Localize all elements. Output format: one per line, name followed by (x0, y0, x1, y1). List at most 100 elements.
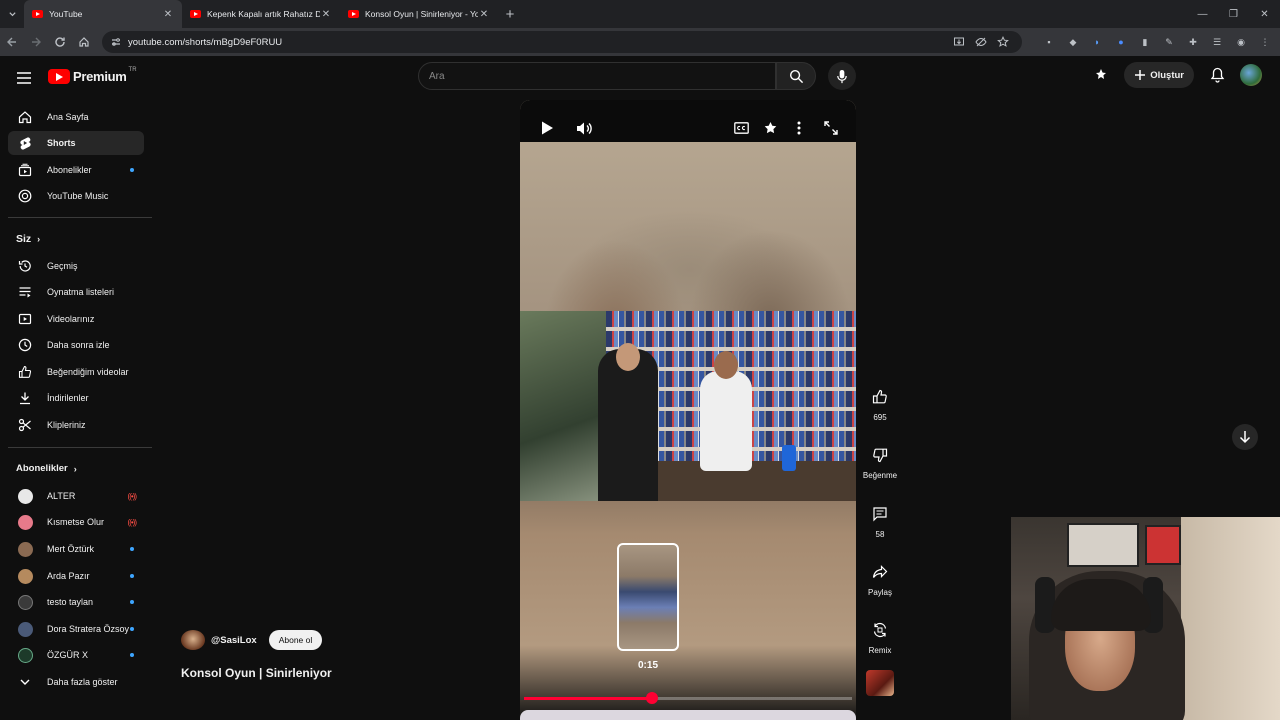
more-options-button[interactable] (788, 118, 810, 138)
extension-diamond-icon[interactable]: ◆ (1064, 33, 1082, 51)
captions-button[interactable] (730, 118, 752, 138)
sidebar-sub-kismetse-olur[interactable]: Kısmetse Olur ((•)) (8, 510, 144, 534)
sidebar-item-label: Daha sonra izle (47, 340, 110, 350)
music-icon (18, 189, 32, 203)
sound-thumbnail[interactable] (866, 670, 894, 696)
search-button[interactable] (776, 62, 816, 90)
progress-bar[interactable] (524, 692, 852, 704)
volume-button[interactable] (573, 118, 595, 138)
sidebar-sub-testo-taylan[interactable]: testo taylan (8, 590, 144, 614)
omnibox[interactable]: youtube.com/shorts/mBgD9eF0RUU (102, 31, 1022, 53)
browser-tab-konsol[interactable]: Konsol Oyun | Sinirleniyor - Yo ✕ (340, 0, 498, 28)
sidebar-item-downloads[interactable]: İndirilenler (8, 386, 144, 410)
video-title[interactable]: Konsol Oyun | Sinirleniyor (181, 666, 332, 680)
play-button[interactable] (536, 118, 558, 138)
sidebar-show-more[interactable]: Daha fazla göster (8, 670, 144, 694)
search-input[interactable]: Ara (418, 62, 776, 90)
minimize-icon[interactable]: — (1187, 0, 1218, 28)
like-button[interactable] (868, 385, 892, 409)
create-label: Oluştur (1150, 69, 1184, 81)
sidebar-item-playlists[interactable]: Oynatma listeleri (8, 280, 144, 304)
extension-blue-icon[interactable]: ● (1112, 33, 1130, 51)
tab-search-chevron-icon[interactable] (0, 0, 24, 28)
channel-avatar (18, 514, 33, 530)
reading-list-icon[interactable]: ☰ (1208, 33, 1226, 51)
search-icon (789, 69, 803, 83)
url-text: youtube.com/shorts/mBgD9eF0RUU (128, 36, 283, 48)
browser-home-icon (79, 37, 89, 47)
site-info-icon[interactable] (110, 36, 122, 48)
eye-off-icon[interactable] (970, 36, 992, 48)
back-button[interactable] (0, 28, 24, 56)
extensions-puzzle-icon[interactable]: ✚ (1184, 33, 1202, 51)
dislike-button[interactable] (868, 443, 892, 467)
header-right: Oluştur (1090, 62, 1262, 88)
next-short-button[interactable] (1232, 424, 1258, 450)
extension-sparkle-icon[interactable] (1090, 64, 1112, 86)
effects-button[interactable] (759, 118, 781, 138)
sidebar-subscriptions-heading[interactable]: Abonelikler › (16, 463, 77, 474)
youtube-favicon-icon (348, 10, 359, 18)
clips-icon (18, 418, 32, 432)
extension-lock-icon[interactable]: ▮ (1136, 33, 1154, 51)
sidebar-sub-ozgur-x[interactable]: ÖZGÜR X (8, 643, 144, 667)
close-tab-icon[interactable]: ✕ (320, 9, 332, 20)
sidebar-item-your-videos[interactable]: Videolarınız (8, 307, 144, 331)
comments-button[interactable] (868, 502, 892, 526)
browser-tab-kepenk[interactable]: Kepenk Kapalı artık Rahatız De ✕ (182, 0, 340, 28)
shorts-player[interactable]: 0:15 (520, 100, 856, 720)
extension-icon[interactable]: ▪ (1040, 33, 1058, 51)
profile-avatar-icon[interactable]: ◉ (1232, 33, 1250, 51)
next-short-peek[interactable] (520, 710, 856, 720)
channel-name: Arda Pazır (47, 571, 90, 581)
restore-icon[interactable]: ❐ (1218, 0, 1249, 28)
close-tab-icon[interactable]: ✕ (478, 9, 490, 20)
reload-button[interactable] (48, 28, 72, 56)
forward-button[interactable] (24, 28, 48, 56)
fullscreen-button[interactable] (820, 118, 842, 138)
channel-avatar[interactable] (181, 630, 205, 650)
sidebar-item-home[interactable]: Ana Sayfa (8, 105, 144, 129)
sidebar-item-youtube-music[interactable]: YouTube Music (8, 184, 144, 208)
browser-menu-icon[interactable]: ⋮ (1256, 33, 1274, 51)
youtube-premium-logo[interactable]: Premium TR (48, 67, 137, 84)
channel-handle[interactable]: @SasiLox (211, 635, 257, 646)
logo-text: Premium (73, 69, 127, 84)
sidebar-sub-alter[interactable]: ALTER ((•)) (8, 484, 144, 508)
extension-pen-icon[interactable]: ✎ (1160, 33, 1178, 51)
sidebar-item-label: Beğendiğim videolar (47, 367, 129, 377)
sidebar-sub-arda-pazir[interactable]: Arda Pazır (8, 564, 144, 588)
sidebar-item-clips[interactable]: Klipleriniz (8, 413, 144, 437)
subscribe-button[interactable]: Abone ol (268, 630, 323, 650)
channel-avatar (18, 621, 33, 637)
close-tab-icon[interactable]: ✕ (162, 9, 174, 20)
remix-button[interactable] (868, 618, 892, 642)
share-button[interactable] (868, 560, 892, 584)
bookmark-star-icon[interactable] (992, 36, 1014, 48)
chevron-down-icon (18, 675, 32, 689)
new-tab-button[interactable]: + (498, 6, 522, 23)
sidebar-item-history[interactable]: Geçmiş (8, 254, 144, 278)
sidebar-item-shorts[interactable]: Shorts (8, 131, 144, 155)
create-button[interactable]: Oluştur (1124, 62, 1194, 88)
notifications-bell-icon[interactable] (1206, 64, 1228, 86)
sidebar-you-heading[interactable]: Siz › (16, 233, 40, 245)
browser-tab-youtube[interactable]: YouTube ✕ (24, 0, 182, 28)
sidebar-item-subscriptions[interactable]: Abonelikler (8, 158, 144, 182)
voice-search-button[interactable] (828, 62, 856, 90)
sidebar-item-label: Klipleriniz (47, 420, 86, 430)
home-button[interactable] (72, 28, 96, 56)
sidebar-sub-mert-ozturk[interactable]: Mert Öztürk (8, 537, 144, 561)
progress-scrubber-handle[interactable] (645, 692, 658, 704)
sidebar-item-liked-videos[interactable]: Beğendiğim videolar (8, 360, 144, 384)
account-avatar[interactable] (1240, 64, 1262, 86)
window-close-icon[interactable]: ✕ (1249, 0, 1280, 28)
extension-sound-icon[interactable]: ◗ (1088, 33, 1106, 51)
sidebar-item-label: İndirilenler (47, 393, 89, 403)
hamburger-menu-icon[interactable] (14, 68, 34, 88)
more-vertical-icon (797, 121, 801, 135)
sidebar-sub-dora-stratera[interactable]: Dora Stratera Özsoy (8, 617, 144, 641)
install-app-icon[interactable] (948, 36, 970, 48)
sidebar-item-watch-later[interactable]: Daha sonra izle (8, 333, 144, 357)
seek-preview-thumbnail (617, 543, 679, 651)
